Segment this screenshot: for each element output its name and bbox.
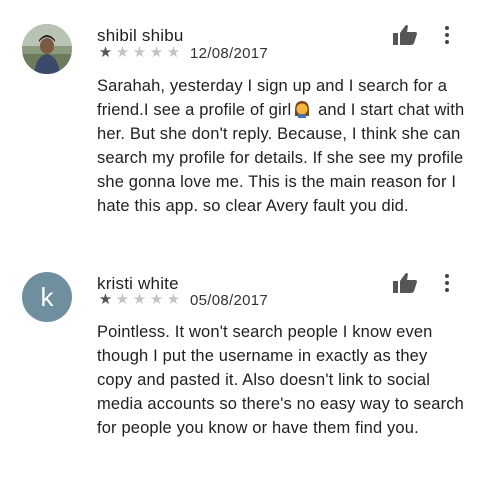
review-text: Sarahah, yesterday I sign up and I searc… — [97, 74, 467, 218]
star-icon: ★ — [166, 291, 181, 308]
star-rating: ★ ★ ★ ★ ★ — [97, 45, 182, 61]
avatar[interactable]: k — [22, 272, 72, 322]
star-icon: ★ — [115, 291, 130, 308]
star-icon: ★ — [149, 44, 164, 61]
star-icon: ★ — [132, 291, 147, 308]
review-text: Pointless. It won't search people I know… — [97, 323, 464, 437]
review-date: 05/08/2017 — [190, 291, 269, 309]
avatar[interactable] — [22, 24, 72, 74]
star-icon: ★ — [132, 44, 147, 61]
user-photo — [22, 24, 72, 74]
more-vertical-icon[interactable] — [442, 24, 452, 44]
star-icon: ★ — [149, 291, 164, 308]
star-icon: ★ — [98, 291, 113, 308]
thumbs-up-icon[interactable] — [392, 272, 418, 294]
star-rating: ★ ★ ★ ★ ★ — [97, 292, 182, 308]
avatar-letter: k — [40, 282, 54, 312]
star-icon: ★ — [115, 44, 130, 61]
review-date: 12/08/2017 — [190, 44, 269, 62]
thumbs-up-icon[interactable] — [392, 24, 418, 46]
star-icon: ★ — [98, 44, 113, 61]
star-icon: ★ — [166, 44, 181, 61]
more-vertical-icon[interactable] — [442, 272, 452, 292]
review-meta: ★ ★ ★ ★ ★ 12/08/2017 — [97, 44, 268, 62]
review-meta: ★ ★ ★ ★ ★ 05/08/2017 — [97, 291, 268, 309]
reviewer-name: shibil shibu — [97, 26, 184, 45]
girl-emoji-icon — [293, 100, 311, 118]
